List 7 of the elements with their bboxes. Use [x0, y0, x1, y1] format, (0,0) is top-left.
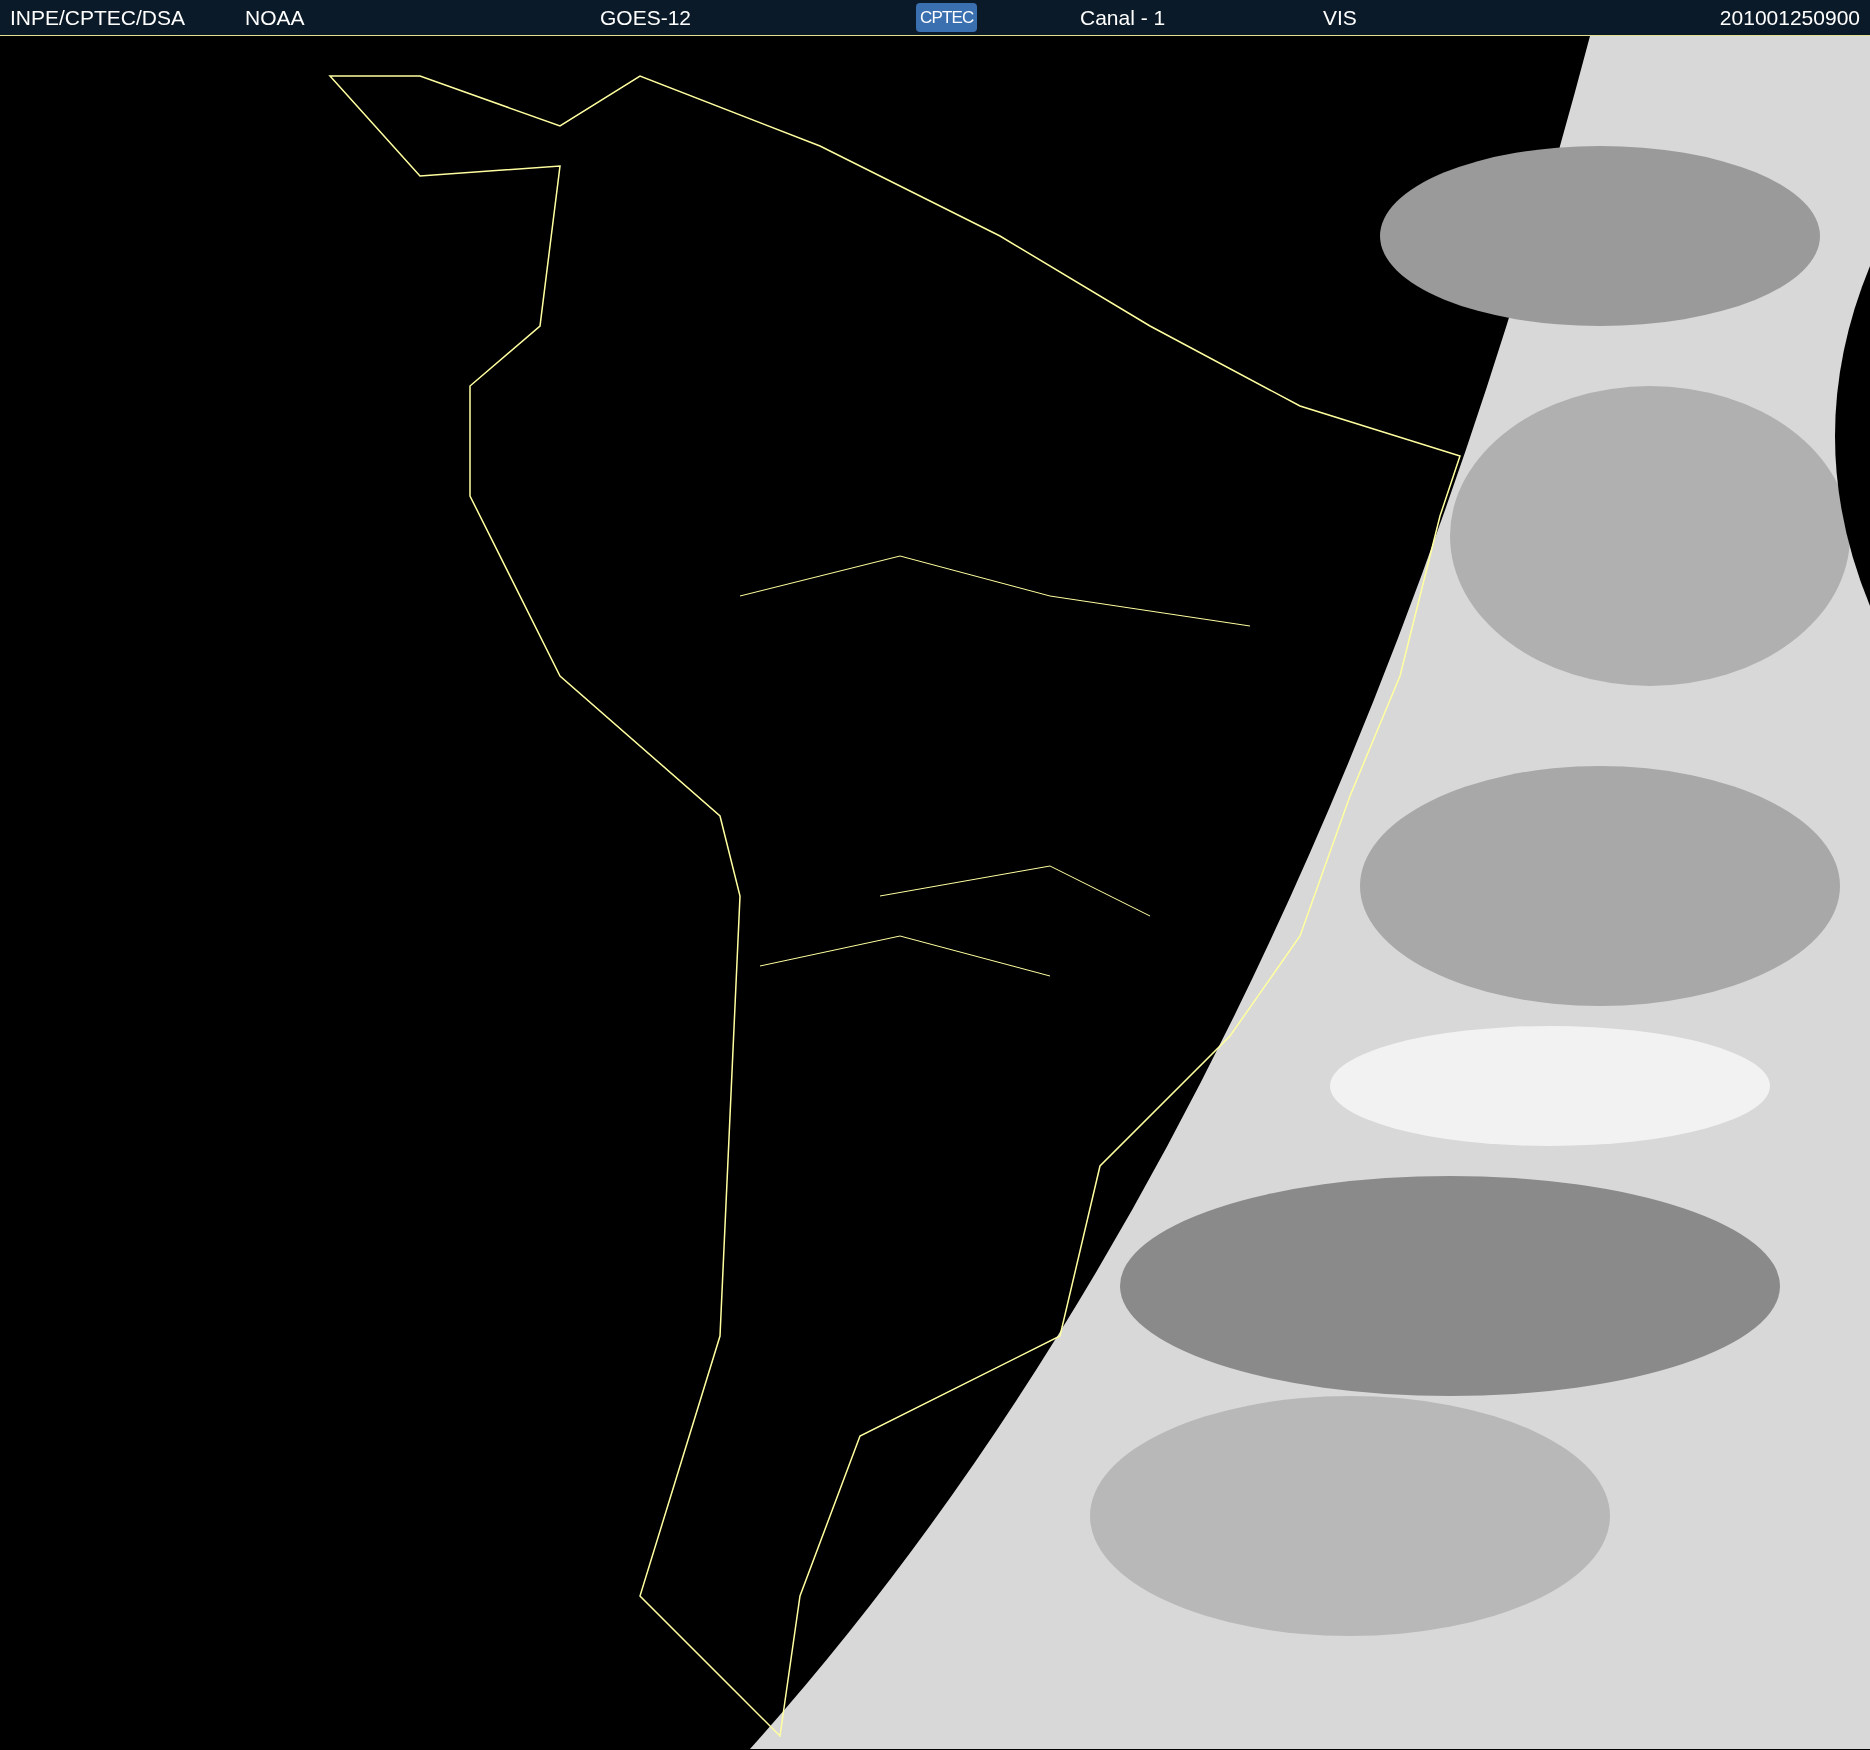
header-label: INPE/CPTEC/DSA: [10, 7, 186, 28]
header-label: NOAA: [245, 7, 305, 28]
header-label: 201001250900: [1719, 7, 1860, 28]
header-label: VIS: [1323, 7, 1357, 28]
logo: CPTEC: [916, 3, 978, 32]
header-label: GOES-12: [600, 7, 692, 28]
header-label: Canal - 1: [1080, 7, 1166, 28]
